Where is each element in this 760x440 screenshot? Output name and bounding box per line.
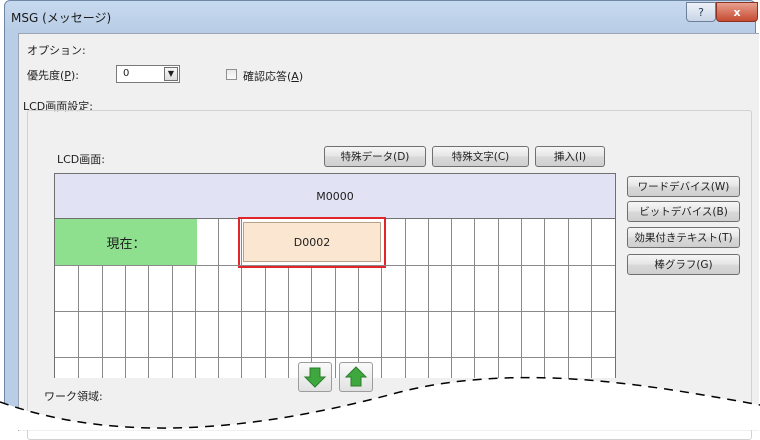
torn-edge [0,376,760,430]
